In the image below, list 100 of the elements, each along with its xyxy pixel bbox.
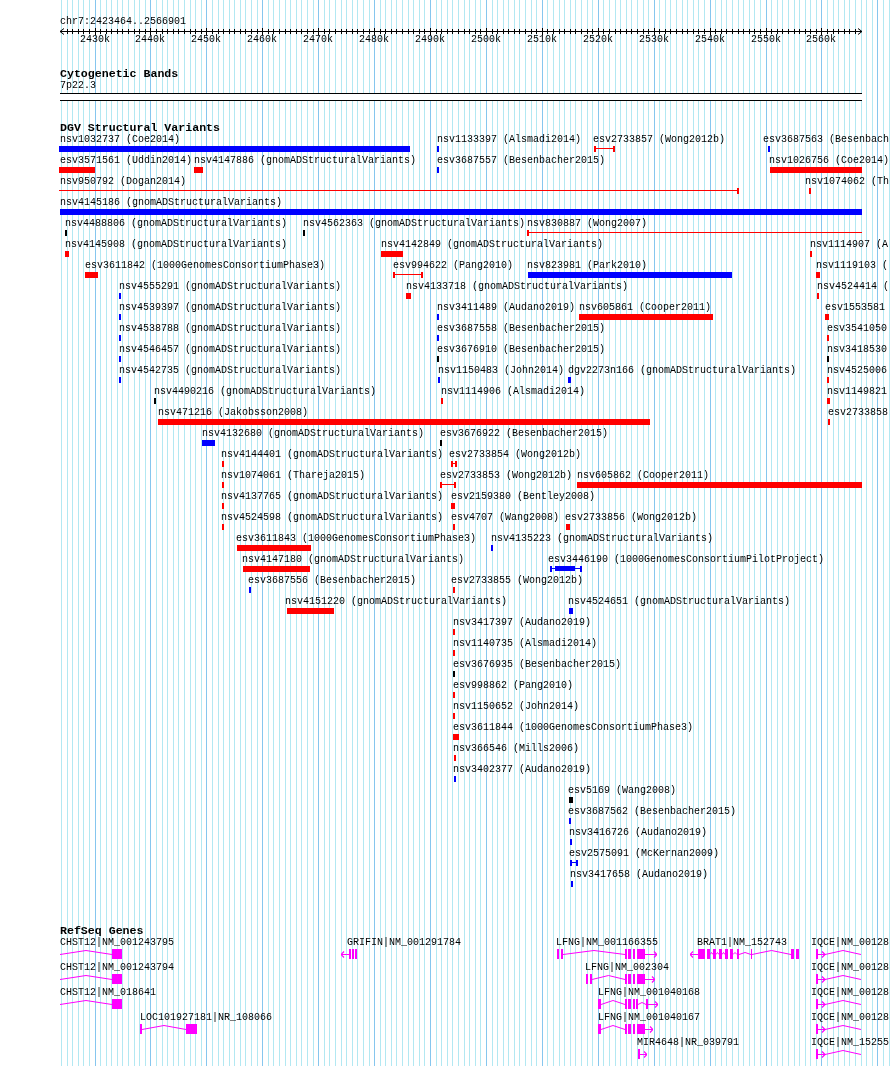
tick-label: 2460k bbox=[247, 34, 277, 46]
variant-label: nsv1026756 (Coe2014) bbox=[769, 155, 890, 167]
variant-label: nsv4524598 (gnomADStructuralVariants) bbox=[221, 512, 444, 524]
variant-label: esv2159380 (Bentley2008) bbox=[451, 491, 596, 503]
gene-label: IQCE|NM_00128 bbox=[811, 962, 889, 974]
tick-label: 2560k bbox=[806, 34, 836, 46]
variant-label: esv3611842 (1000GenomesConsortiumPhase3) bbox=[85, 260, 326, 272]
variant-label: esv2733853 (Wong2012b) bbox=[440, 470, 573, 482]
variant-label: esv3687563 (Besenbach bbox=[763, 134, 890, 146]
tick-label: 2440k bbox=[135, 34, 165, 46]
variant-label: nsv4525006 bbox=[827, 365, 887, 377]
variant-label: nsv3417658 (Audano2019) bbox=[570, 869, 709, 881]
variant-label: nsv1032737 (Coe2014) bbox=[60, 134, 181, 146]
variant-label: esv994622 (Pang2010) bbox=[393, 260, 514, 272]
variant-label: esv3446190 (1000GenomesConsortiumPilotProject) bbox=[548, 554, 825, 566]
variant-label: nsv3417397 (Audano2019) bbox=[453, 617, 592, 629]
variant-label: nsv4142849 (gnomADStructuralVariants) bbox=[381, 239, 604, 251]
variant-label: esv3676910 (Besenbacher2015) bbox=[437, 344, 606, 356]
variant-label: esv2733855 (Wong2012b) bbox=[451, 575, 584, 587]
tick-label: 2510k bbox=[527, 34, 557, 46]
variant-label: esv3571561 (Uddin2014) bbox=[60, 155, 193, 167]
variant-label: esv3687557 (Besenbacher2015) bbox=[437, 155, 606, 167]
variant-label: nsv1133397 (Alsmadi2014) bbox=[437, 134, 582, 146]
gene-label: GRIFIN|NM_001291784 bbox=[347, 937, 462, 949]
variant-label: esv1553581 bbox=[825, 302, 885, 314]
variant-label: nsv605861 (Cooper2011) bbox=[579, 302, 712, 314]
gene-label: LFNG|NM_001040168 bbox=[598, 987, 701, 999]
variant-label: nsv1140735 (Alsmadi2014) bbox=[453, 638, 598, 650]
gene-label: IQCE|NM_00128 bbox=[811, 987, 889, 999]
gene-model bbox=[60, 998, 122, 1010]
variant-label: nsv4488806 (gnomADStructuralVariants) bbox=[65, 218, 288, 230]
gene-label: CHST12|NM_001243794 bbox=[60, 962, 175, 974]
variant-label: nsv1150652 (John2014) bbox=[453, 701, 580, 713]
gene-label: LFNG|NM_002304 bbox=[585, 962, 669, 974]
gene-label: IQCE|NM_00128 bbox=[811, 1012, 889, 1024]
variant-label: nsv1074061 (Thareja2015) bbox=[221, 470, 366, 482]
variant-label: nsv366546 (Mills2006) bbox=[453, 743, 580, 755]
variant-label: esv3541050 bbox=[827, 323, 887, 335]
variant-label: nsv4132680 (gnomADStructuralVariants) bbox=[202, 428, 425, 440]
variant-label: esv3611844 (1000GenomesConsortiumPhase3) bbox=[453, 722, 694, 734]
variant-label: nsv4524414 ( bbox=[817, 281, 889, 293]
variant-label: nsv1150483 (John2014) bbox=[438, 365, 565, 377]
variant-label: dgv2273n166 (gnomADStructuralVariants) bbox=[568, 365, 797, 377]
tick-label: 2530k bbox=[639, 34, 669, 46]
variant-label: nsv4135223 (gnomADStructuralVariants) bbox=[491, 533, 714, 545]
variant-label: nsv4147180 (gnomADStructuralVariants) bbox=[242, 554, 465, 566]
tick-label: 2540k bbox=[695, 34, 725, 46]
variant-label: nsv3416726 (Audano2019) bbox=[569, 827, 708, 839]
gene-label: IQCE|NM_15255 bbox=[811, 1037, 889, 1049]
tick-label: 2480k bbox=[359, 34, 389, 46]
variant-label: nsv4145908 (gnomADStructuralVariants) bbox=[65, 239, 288, 251]
gene-label: CHST12|NM_001243795 bbox=[60, 937, 175, 949]
variant-label: esv3687562 (Besenbacher2015) bbox=[568, 806, 737, 818]
variant-label: nsv4538788 (gnomADStructuralVariants) bbox=[119, 323, 342, 335]
gene-label: IQCE|NM_00128 bbox=[811, 937, 889, 949]
gene-model bbox=[60, 948, 122, 960]
variant-label: nsv4562363 (gnomADStructuralVariants) bbox=[303, 218, 526, 230]
variant-label: nsv4144401 (gnomADStructuralVariants) bbox=[221, 449, 444, 461]
variant-label: esv998862 (Pang2010) bbox=[453, 680, 574, 692]
variant-label: nsv1114906 (Alsmadi2014) bbox=[441, 386, 586, 398]
gene-model bbox=[60, 973, 122, 985]
region-label: chr7:2423464..2566901 bbox=[60, 16, 187, 28]
variant-label: esv3687556 (Besenbacher2015) bbox=[248, 575, 417, 587]
track-title: Cytogenetic Bands bbox=[60, 68, 179, 80]
tick-label: 2430k bbox=[80, 34, 110, 46]
variant-label: nsv830887 (Wong2007) bbox=[527, 218, 648, 230]
variant-label: nsv4151220 (gnomADStructuralVariants) bbox=[285, 596, 508, 608]
variant-label: nsv471216 (Jakobsson2008) bbox=[158, 407, 309, 419]
variant-label: nsv1149821 bbox=[827, 386, 887, 398]
gene-label: MIR4648|NR_039791 bbox=[637, 1037, 740, 1049]
variant-label: nsv1074062 (Th bbox=[805, 176, 889, 188]
variant-label: nsv4145186 (gnomADStructuralVariants) bbox=[60, 197, 283, 209]
variant-label: nsv1119103 ( bbox=[816, 260, 888, 272]
variant-label: nsv4524651 (gnomADStructuralVariants) bbox=[568, 596, 791, 608]
variant-label: nsv1114907 (A bbox=[810, 239, 888, 251]
gene-label: LFNG|NM_001040167 bbox=[598, 1012, 701, 1024]
tick-label: 2470k bbox=[303, 34, 333, 46]
variant-label: nsv3411489 (Audano2019) bbox=[437, 302, 576, 314]
gene-model bbox=[140, 1023, 197, 1035]
variant-label: esv2733858 bbox=[828, 407, 888, 419]
band-label: 7p22.3 bbox=[60, 80, 96, 92]
variant-label: esv3611843 (1000GenomesConsortiumPhase3) bbox=[236, 533, 477, 545]
variant-label: esv3687558 (Besenbacher2015) bbox=[437, 323, 606, 335]
tick-label: 2520k bbox=[583, 34, 613, 46]
gene-label: LFNG|NM_001166355 bbox=[556, 937, 659, 949]
tick-label: 2550k bbox=[751, 34, 781, 46]
variant-label: nsv950792 (Dogan2014) bbox=[60, 176, 187, 188]
variant-label: esv2575091 (McKernan2009) bbox=[569, 848, 720, 860]
variant-label: nsv3402377 (Audano2019) bbox=[453, 764, 592, 776]
track-title: DGV Structural Variants bbox=[60, 122, 221, 134]
variant-label: nsv4490216 (gnomADStructuralVariants) bbox=[154, 386, 377, 398]
gene-label: LOC101927181|NR_108066 bbox=[140, 1012, 273, 1024]
variant-label: nsv4546457 (gnomADStructuralVariants) bbox=[119, 344, 342, 356]
variant-label: esv2733854 (Wong2012b) bbox=[449, 449, 582, 461]
track-title: RefSeq Genes bbox=[60, 925, 144, 937]
variant-label: nsv4539397 (gnomADStructuralVariants) bbox=[119, 302, 342, 314]
variant-label: nsv823981 (Park2010) bbox=[527, 260, 648, 272]
tick-label: 2450k bbox=[191, 34, 221, 46]
tick-label: 2490k bbox=[415, 34, 445, 46]
variant-label: nsv4147886 (gnomADStructuralVariants) bbox=[194, 155, 417, 167]
